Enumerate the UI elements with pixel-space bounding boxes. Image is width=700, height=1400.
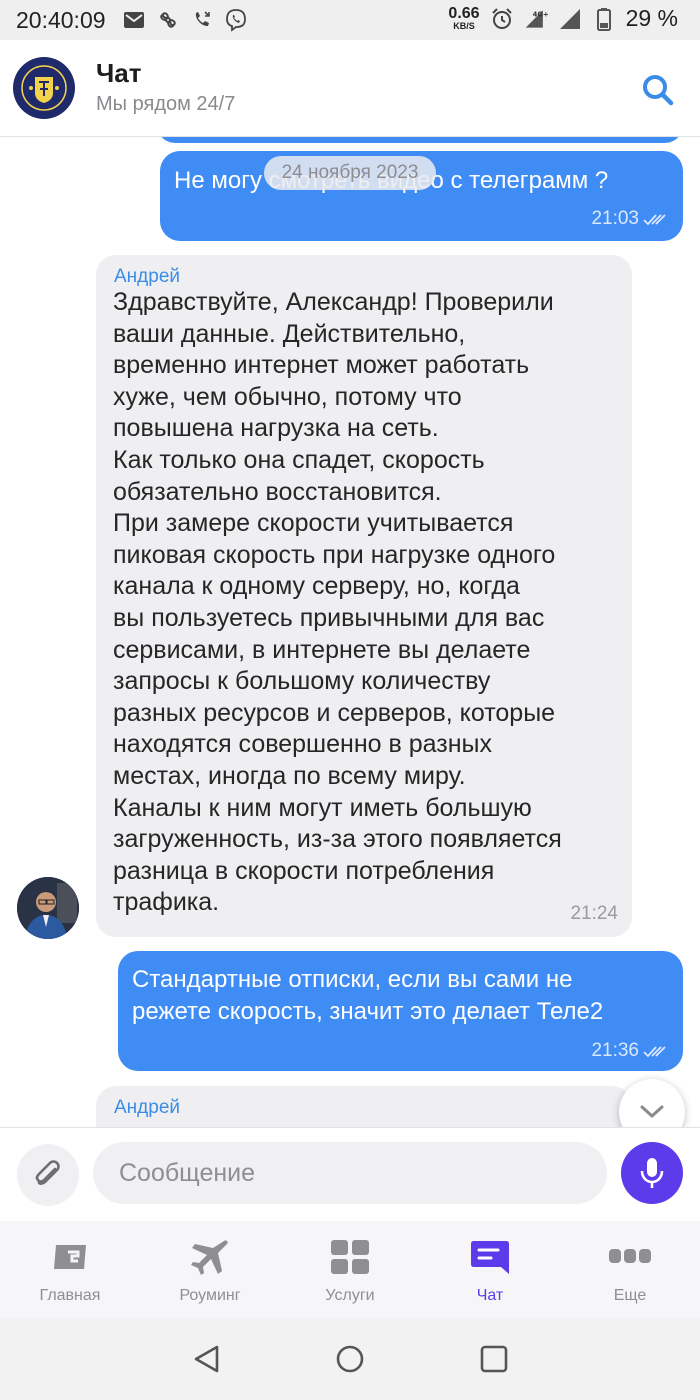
tab-label: Роуминг [179,1287,241,1304]
network-speed: 0.66 KB/S [448,5,480,31]
tab-services[interactable]: Услуги [280,1221,420,1319]
message-composer [0,1127,700,1222]
signal-4g-icon: 4G+ [524,7,548,31]
sender-name: Андрей [114,1097,180,1118]
tab-more[interactable]: Еще [560,1221,700,1319]
status-bar: 20:40:09 0.66 KB/S 4G+ 29 % [0,0,700,40]
search-button[interactable] [640,72,676,108]
viber-icon [224,8,248,32]
page-title: Чат [96,58,142,88]
avatar[interactable] [17,877,79,939]
message-time: 21:03 [591,208,639,229]
message-bubble-incoming[interactable]: Андрей Здравствуйте, Александр! Проверил… [96,255,632,937]
more-icon [609,1249,651,1263]
gmail-icon [122,8,146,32]
battery-icon [592,7,616,31]
home-card-icon [54,1245,86,1269]
message-bubble-incoming[interactable]: Андрей [96,1086,632,1127]
message-text: Стандартные отписки, если вы сами не реж… [132,966,604,1025]
grid-icon [331,1240,369,1274]
scroll-down-button[interactable] [619,1079,685,1127]
tab-roaming[interactable]: Роуминг [140,1221,280,1319]
double-check-icon [643,214,666,226]
page-subtitle: Мы рядом 24/7 [96,93,236,115]
message-time: 21:24 [570,903,618,924]
tab-chat[interactable]: Чат [420,1221,560,1319]
alarm-icon [490,7,514,31]
missed-call-icon [190,8,214,32]
svg-text:4G+: 4G+ [532,10,547,18]
message-meta: 21:03 [591,203,667,235]
message-bubble-outgoing-previous[interactable] [157,137,683,143]
paperclip-icon [35,1160,60,1185]
message-input[interactable] [93,1142,607,1204]
home-circle-icon [336,1345,364,1373]
bank-logo [13,57,75,119]
back-triangle-icon [194,1345,219,1373]
chevron-down-icon [640,1105,664,1119]
tab-label: Главная [39,1287,101,1304]
search-icon [643,75,674,106]
tab-label: Еще [613,1287,647,1304]
airplane-icon [191,1240,228,1275]
voice-message-button[interactable] [621,1142,683,1204]
battery-percent: 29 % [625,5,678,31]
bottom-tab-bar: Главная Роуминг Услуги Чат Еще [0,1221,700,1319]
date-separator: 24 ноября 2023 [264,156,436,190]
chat-header: Чат Мы рядом 24/7 [0,40,700,137]
message-bubble-outgoing[interactable]: Стандартные отписки, если вы сами не реж… [118,951,683,1071]
double-check-icon [643,1046,666,1058]
recents-square-icon [480,1345,508,1373]
back-button[interactable] [190,1342,224,1376]
message-meta: 21:36 [591,1035,667,1067]
chat-area[interactable]: Не могу смотреть видео с телеграмм ? 21:… [0,137,700,1127]
home-button[interactable] [333,1342,367,1376]
attach-button[interactable] [17,1144,79,1206]
recents-button[interactable] [477,1342,511,1376]
tab-home[interactable]: Главная [0,1221,140,1319]
tab-label: Услуги [325,1287,375,1304]
status-time: 20:40:09 [16,7,106,33]
message-text: Здравствуйте, Александр! Проверили ваши … [113,288,562,917]
microphone-icon [640,1158,664,1188]
system-nav-bar [0,1319,700,1400]
tab-label: Чат [476,1287,504,1304]
fan-icon [156,8,180,32]
signal-icon [558,7,582,31]
chat-icon [471,1241,509,1274]
message-time: 21:36 [591,1040,639,1061]
